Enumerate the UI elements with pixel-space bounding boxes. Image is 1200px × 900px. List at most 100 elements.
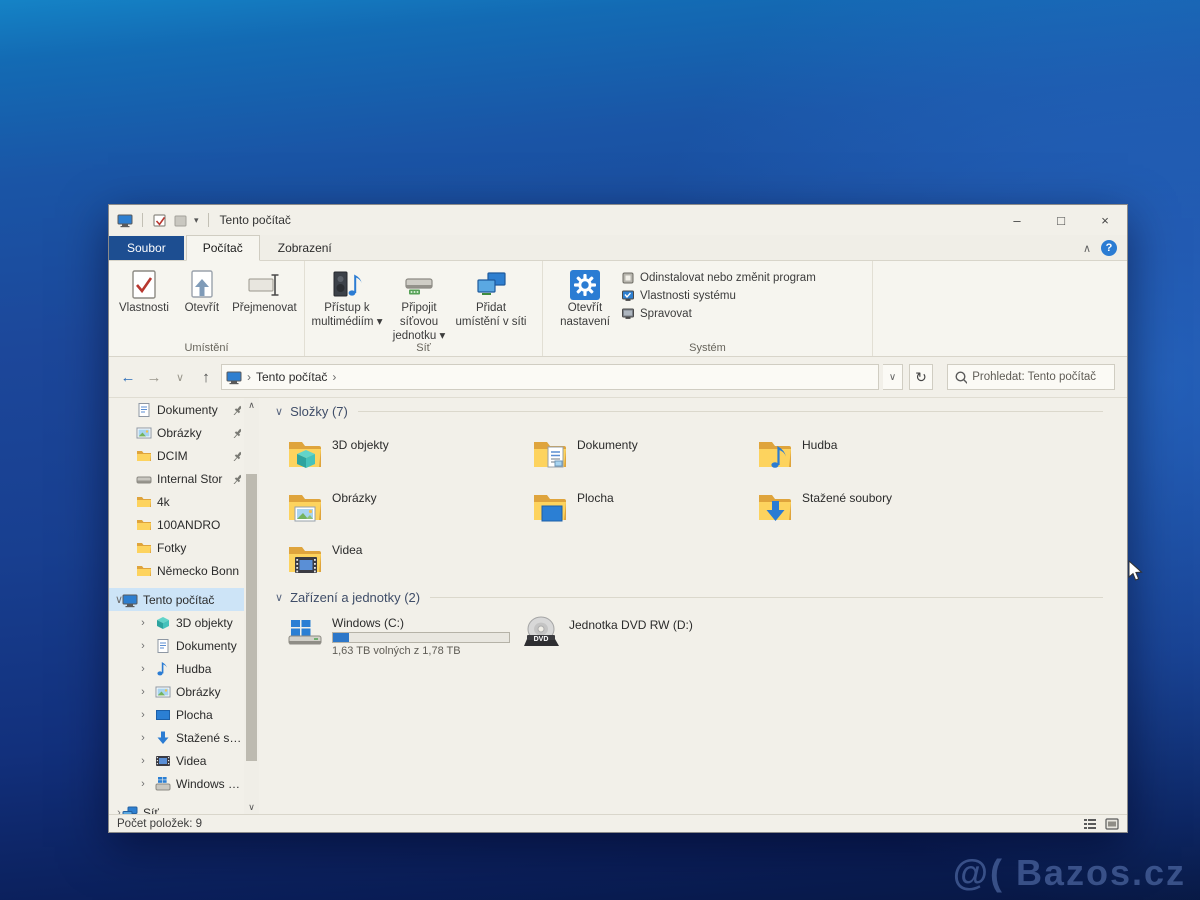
details-view-icon[interactable] xyxy=(1083,817,1097,831)
dvd-drive-icon: DVD xyxy=(521,614,561,654)
divider xyxy=(430,597,1103,598)
folder-tile-dokumenty[interactable]: Dokumenty xyxy=(529,434,757,480)
drive-tile-windows-c[interactable]: Windows (C:) 1,63 TB volných z 1,78 TB xyxy=(284,614,514,657)
ribbon-collapse-icon[interactable]: ∧ xyxy=(1083,242,1091,255)
tree-collapsed-icon[interactable]: › xyxy=(137,709,149,721)
sidebar-item-stazene-soubory[interactable]: › Stažené soubory xyxy=(109,726,259,749)
sidebar-item-dokumenty-pinned[interactable]: Dokumenty xyxy=(109,398,259,421)
address-bar[interactable]: › Tento počítač › xyxy=(221,364,879,390)
search-box[interactable] xyxy=(947,364,1115,390)
ribbon-group-umisteni: Vlastnosti Otevřít Přejmenovat Umístění xyxy=(109,261,305,356)
documents-folder-icon xyxy=(529,434,569,474)
desktop-icon xyxy=(155,707,171,723)
tree-collapsed-icon[interactable]: › xyxy=(137,778,149,790)
sidebar-item-tento-pocitac[interactable]: ∨ Tento počítač xyxy=(109,588,259,611)
navigation-pane: Dokumenty Obrázky DCIM Internal Stor xyxy=(109,398,259,814)
divider xyxy=(142,213,143,227)
tree-collapsed-icon[interactable]: › xyxy=(137,663,149,675)
sidebar-item-3d-objekty[interactable]: › 3D objekty xyxy=(109,611,259,634)
scroll-down-icon[interactable]: ∨ xyxy=(248,800,255,814)
sidebar-scrollbar[interactable]: ∧ ∨ xyxy=(244,398,259,814)
section-header-devices[interactable]: ∨ Zařízení a jednotky (2) xyxy=(275,590,1103,605)
open-button[interactable]: Otevřít xyxy=(173,265,231,316)
close-button[interactable]: × xyxy=(1083,205,1127,235)
divider xyxy=(358,411,1103,412)
tree-collapsed-icon[interactable]: › xyxy=(137,732,149,744)
address-dropdown-icon[interactable]: ∨ xyxy=(883,364,903,390)
system-properties-button[interactable]: Vlastnosti systému xyxy=(621,289,816,303)
tree-collapsed-icon[interactable]: › xyxy=(137,617,149,629)
music-icon xyxy=(155,661,171,677)
tab-soubor[interactable]: Soubor xyxy=(109,236,184,260)
sidebar-item-4k[interactable]: 4k xyxy=(109,490,259,513)
tree-expanded-icon[interactable]: ∨ xyxy=(113,593,125,606)
tree-collapsed-icon[interactable]: › xyxy=(113,807,125,815)
tree-collapsed-icon[interactable]: › xyxy=(137,686,149,698)
open-settings-button[interactable]: Otevřít nastavení xyxy=(549,265,621,330)
uninstall-icon xyxy=(621,271,635,285)
sidebar-item-videa[interactable]: › Videa xyxy=(109,749,259,772)
chevron-right-icon[interactable]: › xyxy=(332,370,336,384)
status-bar: Počet položek: 9 xyxy=(109,814,1127,832)
large-icons-view-icon[interactable] xyxy=(1105,817,1119,831)
scrollbar-thumb[interactable] xyxy=(246,474,257,761)
sidebar-item-dokumenty[interactable]: › Dokumenty xyxy=(109,634,259,657)
breadcrumb[interactable]: Tento počítač xyxy=(256,370,327,384)
recent-locations-icon[interactable]: ∨ xyxy=(169,366,191,388)
sidebar-item-obrazky[interactable]: › Obrázky xyxy=(109,680,259,703)
capacity-text: 1,63 TB volných z 1,78 TB xyxy=(332,645,510,657)
folder-tile-obrazky[interactable]: Obrázky xyxy=(284,487,512,533)
properties-qat-icon[interactable] xyxy=(152,213,167,228)
scroll-up-icon[interactable]: ∧ xyxy=(248,398,255,412)
settings-gear-icon xyxy=(569,268,601,302)
folder-tile-3d-objekty[interactable]: 3D objekty xyxy=(284,434,512,480)
minimize-button[interactable]: – xyxy=(995,205,1039,235)
section-header-folders[interactable]: ∨ Složky (7) xyxy=(275,404,1103,419)
sidebar-item-windows-c[interactable]: › Windows (C:) xyxy=(109,772,259,795)
photo-watermark: @( Bazos.cz xyxy=(953,852,1186,894)
sidebar-item-fotky[interactable]: Fotky xyxy=(109,536,259,559)
properties-button[interactable]: Vlastnosti xyxy=(115,265,173,316)
folder-tile-videa[interactable]: Videa xyxy=(284,539,512,585)
folder-icon xyxy=(136,494,152,510)
drive-tile-dvd[interactable]: DVD Jednotka DVD RW (D:) xyxy=(521,614,693,654)
sidebar-item-sit[interactable]: › Síť xyxy=(109,801,259,814)
tab-zobrazeni[interactable]: Zobrazení xyxy=(262,236,348,260)
maximize-button[interactable]: □ xyxy=(1039,205,1083,235)
new-folder-qat-icon[interactable] xyxy=(173,213,188,228)
up-icon[interactable]: ↑ xyxy=(195,366,217,388)
manage-button[interactable]: Spravovat xyxy=(621,307,816,321)
sidebar-item-nemecko-bonn[interactable]: Německo Bonn xyxy=(109,559,259,582)
sidebar-item-obrazky-pinned[interactable]: Obrázky xyxy=(109,421,259,444)
add-network-location-button[interactable]: Přidat umístění v síti xyxy=(455,265,527,330)
scrollbar-track[interactable] xyxy=(244,412,259,800)
folder-tile-hudba[interactable]: Hudba xyxy=(754,434,982,480)
tree-collapsed-icon[interactable]: › xyxy=(137,640,149,652)
folder-tile-plocha[interactable]: Plocha xyxy=(529,487,757,533)
sidebar-item-dcim[interactable]: DCIM xyxy=(109,444,259,467)
help-icon[interactable]: ? xyxy=(1101,240,1117,256)
chevron-right-icon[interactable]: › xyxy=(247,370,251,384)
sidebar-item-hudba[interactable]: › Hudba xyxy=(109,657,259,680)
uninstall-program-button[interactable]: Odinstalovat nebo změnit program xyxy=(621,271,816,285)
qat-dropdown-icon[interactable]: ▾ xyxy=(194,215,199,226)
search-input[interactable] xyxy=(972,371,1108,383)
section-chevron-icon[interactable]: ∨ xyxy=(275,591,283,604)
section-chevron-icon[interactable]: ∨ xyxy=(275,405,283,418)
tab-pocitac[interactable]: Počítač xyxy=(186,235,260,261)
mouse-cursor xyxy=(1128,560,1144,584)
rename-button[interactable]: Přejmenovat xyxy=(231,265,298,316)
back-icon[interactable]: ← xyxy=(117,366,139,388)
media-access-button[interactable]: Přístup k multimédiím ▾ xyxy=(311,265,383,330)
refresh-icon[interactable]: ↻ xyxy=(909,364,933,390)
desktop: ▾ Tento počítač – □ × Soubor Počítač Zob… xyxy=(0,0,1200,900)
tree-collapsed-icon[interactable]: › xyxy=(137,755,149,767)
map-network-drive-button[interactable]: Připojit síťovou jednotku ▾ xyxy=(383,265,455,343)
folder-tile-stazene-soubory[interactable]: Stažené soubory xyxy=(754,487,982,533)
window-controls: – □ × xyxy=(995,205,1127,235)
window-title: Tento počítač xyxy=(220,213,291,227)
sidebar-item-100andro[interactable]: 100ANDRO xyxy=(109,513,259,536)
sidebar-item-internal-storage[interactable]: Internal Stor xyxy=(109,467,259,490)
sidebar-item-plocha[interactable]: › Plocha xyxy=(109,703,259,726)
forward-icon[interactable]: → xyxy=(143,366,165,388)
